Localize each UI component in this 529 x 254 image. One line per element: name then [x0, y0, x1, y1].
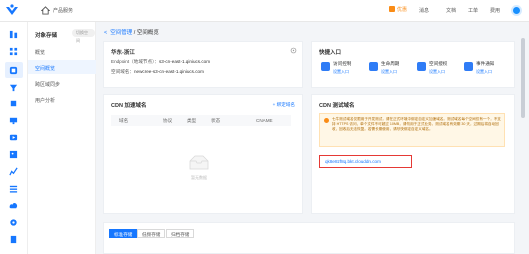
nav-tickets[interactable]: 工单: [468, 7, 478, 14]
column-header-domain: 域名: [119, 118, 129, 123]
endpoint-row: Endpoint（地域节点）：s3-cn-east-1.qiniucs.com: [111, 59, 210, 65]
gear-icon[interactable]: [290, 47, 297, 54]
table-header: 域名 协议 类型 状态 CNAME: [111, 115, 291, 126]
sidebar-item-user-analysis[interactable]: 用户分析: [35, 97, 55, 104]
empty-box-icon: [189, 155, 209, 170]
notice-text: 七牛测试域名仅限用于开发测试，请在正式环境中绑定自定义加速域名。测试域名每个空间…: [332, 117, 501, 132]
highlighted-test-domain: qk8e8zf8q.bkt.clouddn.com: [319, 155, 412, 168]
products-menu[interactable]: 产品服务: [53, 7, 73, 14]
cloud-icon[interactable]: [9, 201, 18, 210]
media-icon[interactable]: [9, 133, 18, 142]
bucket-switch-pill[interactable]: 切换空间: [72, 29, 95, 43]
promo-link[interactable]: 优惠: [389, 6, 407, 15]
sidebar-item-overview[interactable]: 概览: [35, 49, 45, 56]
home-icon[interactable]: [41, 6, 50, 15]
quick-item-event-notify[interactable]: 事件通知 设置入口: [464, 59, 510, 81]
warning-icon: [324, 118, 329, 123]
quick-entry-card: 快捷入口 访问控制 设置入口 生命周期 设置入口 空间授权 设置入口 事件通知 …: [311, 41, 515, 88]
nav-messages[interactable]: 消息: [419, 7, 429, 14]
region-card: 华东-浙江 Endpoint（地域节点）：s3-cn-east-1.qiniuc…: [103, 41, 303, 88]
quick-item-lifecycle[interactable]: 生命周期 设置入口: [369, 59, 415, 81]
breadcrumb-separator: /: [133, 30, 136, 36]
sidebar-item-cross-region-sync[interactable]: 跨区域同步: [35, 81, 60, 88]
region-title: 华东-浙江: [111, 50, 135, 56]
cdn-test-card: CDN 测试域名 七牛测试域名仅限用于开发测试，请在正式环境中绑定自定义加速域名…: [311, 94, 515, 214]
bell-icon: [464, 62, 473, 71]
icon-rail: [0, 22, 28, 254]
vertical-scrollbar[interactable]: [521, 38, 525, 118]
storage-sidebar: 对象存储 切换空间 概览 空间概览 跨区域同步 用户分析: [28, 22, 96, 254]
monitor-icon[interactable]: [9, 116, 18, 125]
key-icon: [321, 62, 330, 71]
grid-icon[interactable]: [9, 47, 18, 56]
cycle-icon: [369, 62, 378, 71]
shield-icon: [417, 62, 426, 71]
user-avatar[interactable]: [511, 5, 522, 16]
quick-item-access-control[interactable]: 访问控制 设置入口: [321, 59, 367, 81]
quick-item-space-auth[interactable]: 空间授权 设置入口: [417, 59, 463, 81]
cdn-accel-card: CDN 加速域名 + 绑定域名 域名 协议 类型 状态 CNAME 暂无数据: [103, 94, 303, 214]
space-domain-value: newcree-s3-cn-east-1.qiniucs.com: [133, 69, 204, 74]
brand-logo-icon[interactable]: [4, 3, 20, 19]
image-icon[interactable]: [9, 150, 18, 159]
dashboard-icon[interactable]: [9, 30, 18, 39]
empty-state-text: 暂无数据: [191, 175, 207, 180]
cdn-test-title: CDN 测试域名: [319, 103, 355, 109]
column-header-type: 类型: [187, 118, 197, 123]
tab-archive-storage[interactable]: 归档存储: [166, 229, 195, 238]
cdn-accel-title: CDN 加速域名: [111, 103, 147, 109]
nav-billing[interactable]: 费用: [490, 7, 500, 14]
column-header-status: 状态: [211, 118, 221, 123]
quick-entry-title: 快捷入口: [319, 50, 342, 56]
breadcrumb-current: 空间概览: [136, 30, 159, 36]
list-icon[interactable]: [9, 184, 18, 193]
storage-icon[interactable]: [9, 66, 18, 75]
tab-low-frequency-storage[interactable]: 低频存储: [137, 229, 166, 238]
document-icon[interactable]: [9, 235, 18, 244]
tab-standard-storage[interactable]: 标准存储: [109, 229, 138, 238]
top-bar: 产品服务 优惠 消息 文档 工单 费用: [0, 0, 529, 22]
sidebar-title: 对象存储: [35, 33, 58, 39]
test-domain-notice: 七牛测试域名仅限用于开发测试，请在正式环境中绑定自定义加速域名。测试域名每个空间…: [319, 113, 505, 147]
storage-class-card: 标准存储 低频存储 归档存储: [103, 222, 515, 254]
chart-icon[interactable]: [9, 167, 18, 176]
test-domain-link[interactable]: qk8e8zf8q.bkt.clouddn.com: [325, 159, 381, 164]
space-domain-row: 空间域名：newcree-s3-cn-east-1.qiniucs.com: [111, 69, 204, 75]
breadcrumb: < 空间管理 / 空间概览: [104, 28, 159, 36]
breadcrumb-parent[interactable]: 空间管理: [110, 30, 132, 36]
space-domain-label: 空间域名：: [111, 69, 134, 74]
endpoint-value: s3-cn-east-1.qiniucs.com: [159, 59, 211, 64]
back-button[interactable]: <: [104, 30, 107, 36]
endpoint-label: Endpoint（地域节点）：: [111, 59, 159, 64]
nav-docs[interactable]: 文档: [446, 7, 456, 14]
gift-icon: [389, 6, 395, 12]
sidebar-item-space-overview[interactable]: 空间概览: [35, 65, 55, 72]
funnel-icon[interactable]: [9, 83, 18, 92]
column-header-protocol: 协议: [163, 118, 173, 123]
bind-domain-link[interactable]: + 绑定域名: [273, 102, 295, 108]
column-header-cname: CNAME: [256, 118, 273, 123]
gear-icon[interactable]: [9, 218, 18, 227]
chip-icon[interactable]: [9, 99, 18, 108]
